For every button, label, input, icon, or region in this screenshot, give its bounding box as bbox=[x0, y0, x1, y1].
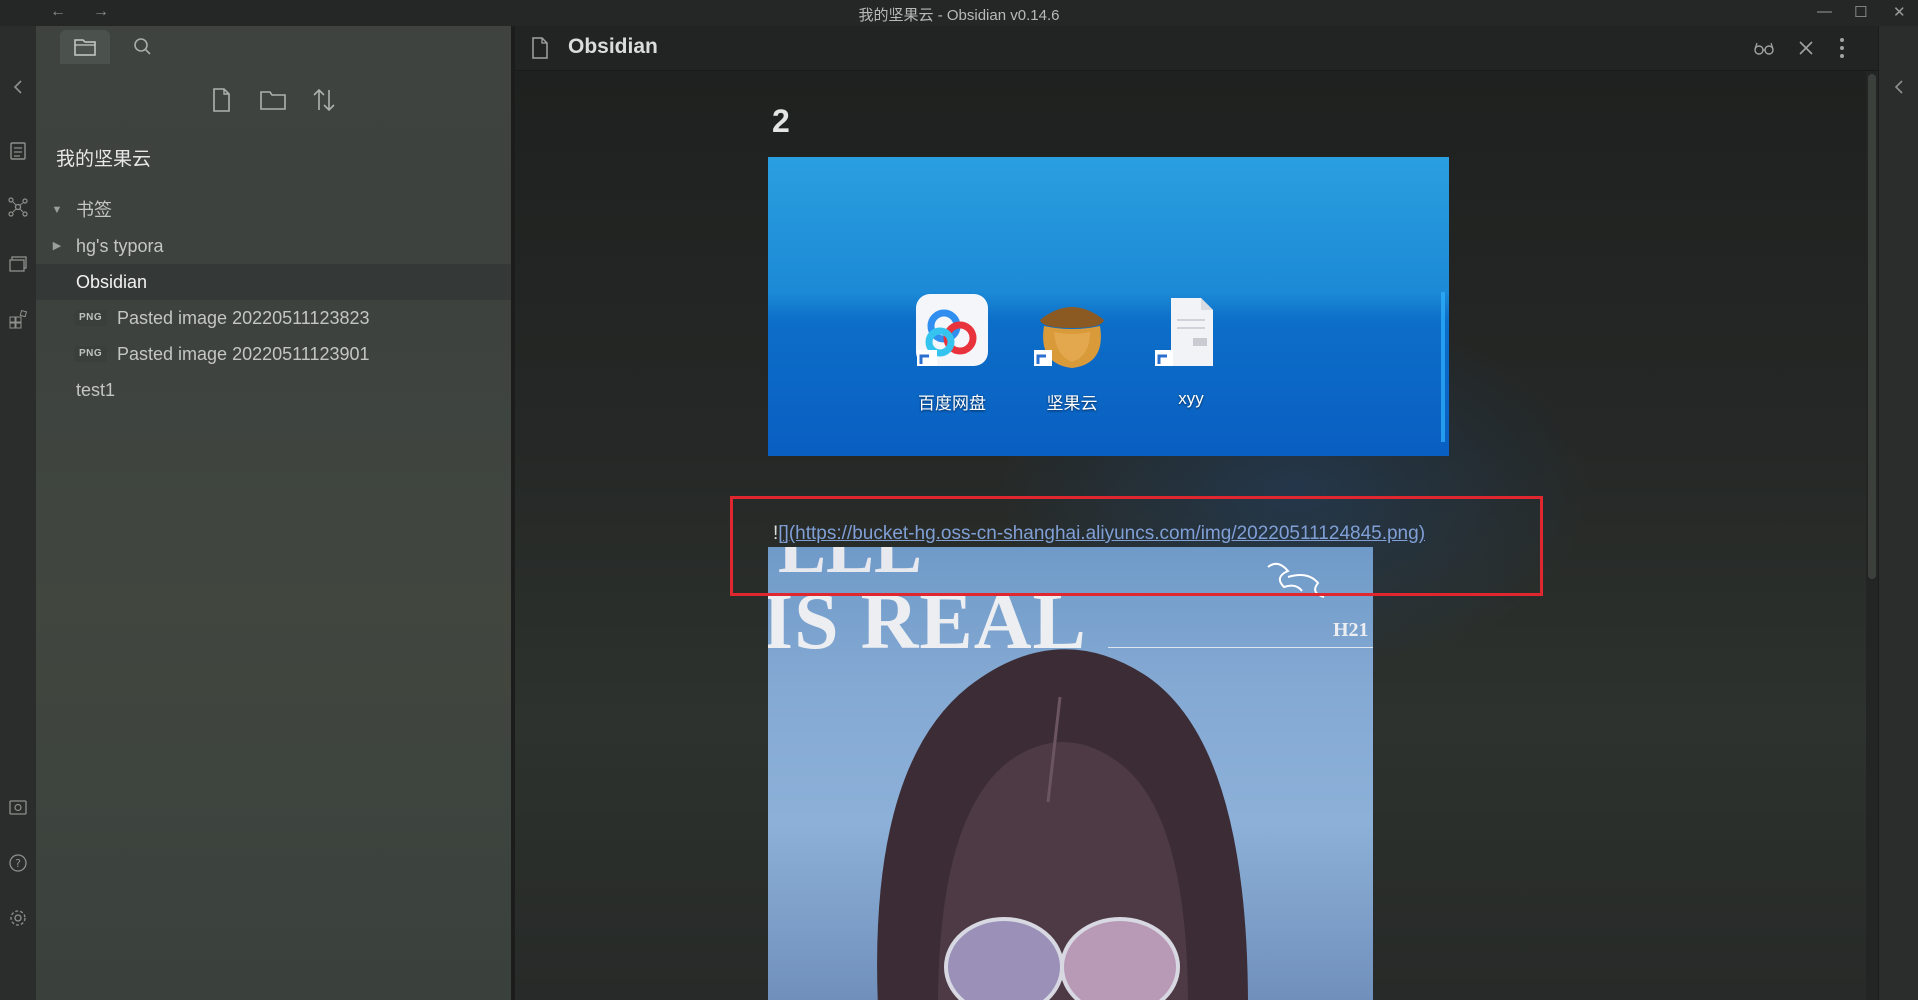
desktop-icon-label: 百度网盘 bbox=[918, 394, 986, 413]
embedded-photo: LLL IS REAL H21 bbox=[768, 547, 1373, 1000]
right-ribbon bbox=[1878, 26, 1918, 1000]
maximize-icon[interactable]: ☐ bbox=[1854, 3, 1867, 21]
desktop-icon-label: 坚果云 bbox=[1046, 394, 1098, 413]
note-title[interactable]: Obsidian bbox=[568, 35, 658, 59]
new-note-button[interactable] bbox=[203, 82, 239, 118]
tab-file-explorer[interactable] bbox=[60, 30, 110, 64]
svg-text:?: ? bbox=[15, 857, 21, 870]
help-icon[interactable]: ? bbox=[7, 852, 29, 874]
tree-item-label: 书签 bbox=[76, 200, 112, 220]
png-badge: PNG bbox=[74, 346, 108, 362]
tree-item-label: Pasted image 20220511123901 bbox=[117, 344, 370, 364]
settings-gear-icon[interactable] bbox=[7, 907, 29, 929]
editor-scrollbar[interactable] bbox=[1866, 71, 1878, 1000]
sort-order-button[interactable] bbox=[306, 82, 342, 118]
embedded-desktop-screenshot: 百度网盘 坚果云 xyy bbox=[768, 157, 1449, 456]
note-content[interactable]: 2 百度网盘 坚果云 xyy ![](https://bucket-hg.oss… bbox=[515, 71, 1878, 1000]
baidu-netdisk-icon: 百度网盘 bbox=[904, 292, 1000, 413]
file-icon bbox=[529, 36, 551, 60]
view-header: Obsidian bbox=[515, 26, 1878, 71]
title-bar: ← → 我的坚果云 - Obsidian v0.14.6 — ☐ ✕ bbox=[0, 0, 1918, 27]
markdown-file-icon: xyy bbox=[1143, 292, 1239, 408]
close-note-icon[interactable] bbox=[1795, 37, 1817, 59]
vault-switch-icon[interactable] bbox=[7, 796, 29, 818]
tree-item-label: Pasted image 20220511123823 bbox=[117, 308, 370, 328]
desktop-icon-label: xyy bbox=[1178, 389, 1204, 408]
portrait-illustration bbox=[877, 562, 1325, 1000]
png-badge: PNG bbox=[74, 310, 108, 326]
plugins-icon[interactable] bbox=[7, 308, 29, 330]
tree-file-pasted-image-1[interactable]: PNG Pasted image 20220511123823 bbox=[36, 300, 511, 336]
tree-folder-bookmarks[interactable]: ▼ 书签 bbox=[36, 192, 511, 228]
annotation-highlight-box bbox=[730, 496, 1543, 596]
open-quick-switcher-icon[interactable] bbox=[7, 140, 29, 162]
file-explorer-pane: 我的坚果云 ▼ 书签 ▶ hg's typora Obsidian PNG Pa… bbox=[36, 26, 515, 1000]
tree-file-test1[interactable]: test1 bbox=[36, 372, 511, 408]
window-title: 我的坚果云 - Obsidian v0.14.6 bbox=[858, 7, 1060, 24]
image-edge-highlight bbox=[1441, 292, 1445, 442]
editor-pane: Obsidian 2 百度网盘 坚果云 xyy ![](https://buck… bbox=[515, 26, 1878, 1000]
tree-file-pasted-image-2[interactable]: PNG Pasted image 20220511123901 bbox=[36, 336, 511, 372]
reading-view-glasses-icon[interactable] bbox=[1752, 37, 1776, 59]
scrollbar-thumb[interactable] bbox=[1868, 74, 1876, 579]
sidebar-tab-strip bbox=[36, 26, 511, 64]
expand-right-sidebar-icon[interactable] bbox=[1888, 76, 1910, 98]
left-ribbon: ? bbox=[0, 26, 37, 1000]
tree-item-label: test1 bbox=[76, 380, 116, 400]
graph-view-icon[interactable] bbox=[7, 196, 29, 218]
collapse-sidebar-icon[interactable] bbox=[7, 76, 29, 98]
tree-file-obsidian[interactable]: Obsidian bbox=[36, 264, 511, 300]
nutstore-icon: 坚果云 bbox=[1024, 292, 1120, 413]
caret-right-icon: ▶ bbox=[52, 240, 62, 252]
caret-down-icon: ▼ bbox=[51, 204, 63, 216]
heading-2: 2 bbox=[772, 103, 790, 139]
tree-folder-typora[interactable]: ▶ hg's typora bbox=[36, 228, 511, 264]
more-options-icon[interactable] bbox=[1837, 35, 1847, 61]
tree-item-label: hg's typora bbox=[76, 236, 164, 256]
tab-search[interactable] bbox=[126, 30, 160, 64]
minimize-icon[interactable]: — bbox=[1817, 3, 1832, 20]
vault-name[interactable]: 我的坚果云 bbox=[56, 144, 151, 171]
close-window-icon[interactable]: ✕ bbox=[1893, 3, 1906, 21]
tree-item-label: Obsidian bbox=[76, 272, 148, 292]
slides-icon[interactable] bbox=[7, 252, 29, 274]
new-folder-button[interactable] bbox=[255, 82, 291, 118]
